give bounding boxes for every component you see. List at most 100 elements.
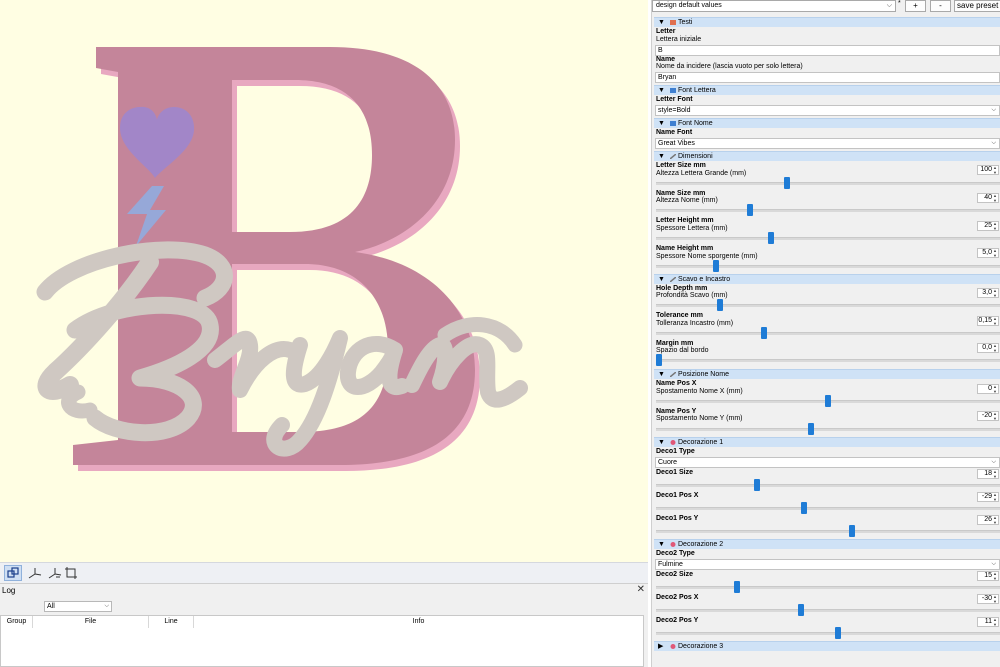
section-dimensioni[interactable]: ▼ Dimensioni xyxy=(654,151,1000,161)
deco2-pos-y-spinbox[interactable]: 11 ▲ ▼ xyxy=(977,617,999,627)
deco1-pos-y-slider[interactable] xyxy=(656,530,1000,533)
section-decorazione-2[interactable]: ▼ Decorazione 2 xyxy=(654,539,1000,549)
letter-size-spinbox[interactable]: 100 ▲ ▼ xyxy=(977,165,999,175)
deco1-type-select[interactable]: Cuore ⌵ xyxy=(655,457,1000,468)
log-col-info[interactable]: Info xyxy=(194,616,643,628)
log-filter-select[interactable]: All ⌵ xyxy=(44,601,112,612)
deco2-pos-y-value: 11 xyxy=(984,618,992,625)
section-decorazione-1[interactable]: ▼ Decorazione 1 xyxy=(654,437,1000,447)
deco2-pos-y-slider[interactable] xyxy=(656,632,1000,635)
save-preset-button[interactable]: save preset xyxy=(954,0,1000,12)
hole-depth-slider-handle[interactable] xyxy=(716,299,723,311)
log-col-group[interactable]: Group xyxy=(1,616,33,628)
name-size-spinbox[interactable]: 40 ▲ ▼ xyxy=(977,193,999,203)
deco2-size-spinbox[interactable]: 15 ▲ ▼ xyxy=(977,571,999,581)
spin-arrows-icon[interactable]: ▲ ▼ xyxy=(993,316,997,326)
spin-arrows-icon[interactable]: ▲ ▼ xyxy=(993,288,997,298)
spin-arrows-icon[interactable]: ▲ ▼ xyxy=(993,617,997,627)
chevron-down-icon: ⌵ xyxy=(104,603,109,609)
name-pos-x-desc: Spostamento Nome X (mm) xyxy=(656,388,743,395)
deco2-size-slider[interactable] xyxy=(656,586,1000,589)
section-font-lettera[interactable]: ▼ Font Lettera xyxy=(654,85,1000,95)
spin-arrows-icon[interactable]: ▲ ▼ xyxy=(993,492,997,502)
spin-arrows-icon[interactable]: ▲ ▼ xyxy=(993,571,997,581)
deco1-pos-y-slider-handle[interactable] xyxy=(848,525,855,537)
deco1-pos-x-slider-handle[interactable] xyxy=(801,502,808,514)
deco1-size-slider[interactable] xyxy=(656,484,1000,487)
deco2-size-slider-handle[interactable] xyxy=(733,581,740,593)
letter-size-slider[interactable] xyxy=(656,182,1000,185)
name-font-select[interactable]: Great Vibes ⌵ xyxy=(655,138,1000,149)
letter-input[interactable]: B xyxy=(655,45,1000,56)
spin-arrows-icon[interactable]: ▲ ▼ xyxy=(993,165,997,175)
name-pos-x-slider-handle[interactable] xyxy=(825,395,831,407)
name-height-slider[interactable] xyxy=(656,265,1000,268)
show-axes-button[interactable] xyxy=(26,565,44,581)
letter-height-label: Letter Height mm xyxy=(656,217,714,224)
name-pos-y-slider[interactable] xyxy=(656,428,1000,431)
spin-arrows-icon[interactable]: ▲ ▼ xyxy=(993,193,997,203)
name-height-desc: Spessore Nome sporgente (mm) xyxy=(656,253,758,260)
name-size-slider-handle[interactable] xyxy=(747,204,754,216)
deco2-pos-y-slider-handle[interactable] xyxy=(835,627,842,639)
spin-arrows-icon[interactable]: ▲ ▼ xyxy=(993,411,997,421)
letter-height-spinbox[interactable]: 25 ▲ ▼ xyxy=(977,221,999,231)
close-icon[interactable]: ✕ xyxy=(637,584,645,595)
deco2-pos-y-label: Deco2 Pos Y xyxy=(656,617,699,624)
name-height-spinbox[interactable]: 5,0 ▲ ▼ xyxy=(977,248,999,258)
crop-frame-icon xyxy=(65,567,77,579)
name-size-slider[interactable] xyxy=(656,209,1000,212)
letter-size-slider-handle[interactable] xyxy=(784,177,791,189)
name-height-slider-handle[interactable] xyxy=(713,260,720,272)
section-scavo-incastro[interactable]: ▼ Scavo e Incastro xyxy=(654,274,1000,284)
hole-depth-spinbox[interactable]: 3,0 ▲ ▼ xyxy=(977,288,999,298)
tolerance-spinbox[interactable]: 0,15 ▲ ▼ xyxy=(977,316,999,326)
3d-viewport[interactable] xyxy=(0,0,648,562)
deco1-pos-y-spinbox[interactable]: 26 ▲ ▼ xyxy=(977,515,999,525)
deco1-size-slider-handle[interactable] xyxy=(754,479,761,491)
tolerance-slider[interactable] xyxy=(656,332,1000,335)
log-title: Log xyxy=(2,586,16,595)
scale-markers-icon xyxy=(48,568,62,579)
spin-arrows-icon[interactable]: ▲ ▼ xyxy=(993,594,997,604)
deco2-size-value: 15 xyxy=(984,572,992,579)
deco1-pos-x-spinbox[interactable]: -29 ▲ ▼ xyxy=(977,492,999,502)
letter-height-slider[interactable] xyxy=(656,237,1000,240)
spin-arrows-icon[interactable]: ▲ ▼ xyxy=(993,248,997,258)
spin-arrows-icon[interactable]: ▲ ▼ xyxy=(993,343,997,353)
name-input[interactable]: Bryan xyxy=(655,72,1000,83)
deco2-pos-x-spinbox[interactable]: -30 ▲ ▼ xyxy=(977,594,999,604)
add-preset-button[interactable]: + xyxy=(905,0,926,12)
log-col-file[interactable]: File xyxy=(33,616,149,628)
section-decorazione-3[interactable]: ▶ Decorazione 3 xyxy=(654,641,1000,651)
section-posizione-nome[interactable]: ▼ Posizione Nome xyxy=(654,369,1000,379)
preset-select[interactable]: design default values ⌵ xyxy=(652,0,896,12)
perspective-view-button[interactable] xyxy=(4,565,22,581)
letter-font-select[interactable]: style=Bold ⌵ xyxy=(655,105,1000,116)
spin-arrows-icon[interactable]: ▲ ▼ xyxy=(993,384,997,394)
deco2-pos-x-slider[interactable] xyxy=(656,609,1000,612)
deco1-size-spinbox[interactable]: 18 ▲ ▼ xyxy=(977,469,999,479)
name-pos-x-spinbox[interactable]: 0 ▲ ▼ xyxy=(977,384,999,394)
name-pos-y-slider-handle[interactable] xyxy=(808,423,815,435)
remove-preset-button[interactable]: - xyxy=(930,0,951,12)
spin-arrows-icon[interactable]: ▲ ▼ xyxy=(993,515,997,525)
deco2-pos-x-slider-handle[interactable] xyxy=(797,604,804,616)
name-pos-y-spinbox[interactable]: -20 ▲ ▼ xyxy=(977,411,999,421)
margin-spinbox[interactable]: 0,0 ▲ ▼ xyxy=(977,343,999,353)
spin-arrows-icon[interactable]: ▲ ▼ xyxy=(993,469,997,479)
spin-arrows-icon[interactable]: ▲ ▼ xyxy=(993,221,997,231)
hole-depth-slider[interactable] xyxy=(656,304,1000,307)
letter-height-slider-handle[interactable] xyxy=(767,232,774,244)
log-col-line[interactable]: Line xyxy=(149,616,194,628)
letter-size-label: Letter Size mm xyxy=(656,162,706,169)
deco2-type-select[interactable]: Fulmine ⌵ xyxy=(655,559,1000,570)
deco1-pos-x-label: Deco1 Pos X xyxy=(656,492,699,499)
margin-slider-handle[interactable] xyxy=(656,354,662,366)
section-testi[interactable]: ▼ Testi xyxy=(654,17,1000,27)
tolerance-slider-handle[interactable] xyxy=(760,327,767,339)
show-edges-button[interactable] xyxy=(62,565,80,581)
margin-slider[interactable] xyxy=(656,359,1000,362)
section-font-nome[interactable]: ▼ Font Nome xyxy=(654,118,1000,128)
deco1-pos-x-slider[interactable] xyxy=(656,507,1000,510)
